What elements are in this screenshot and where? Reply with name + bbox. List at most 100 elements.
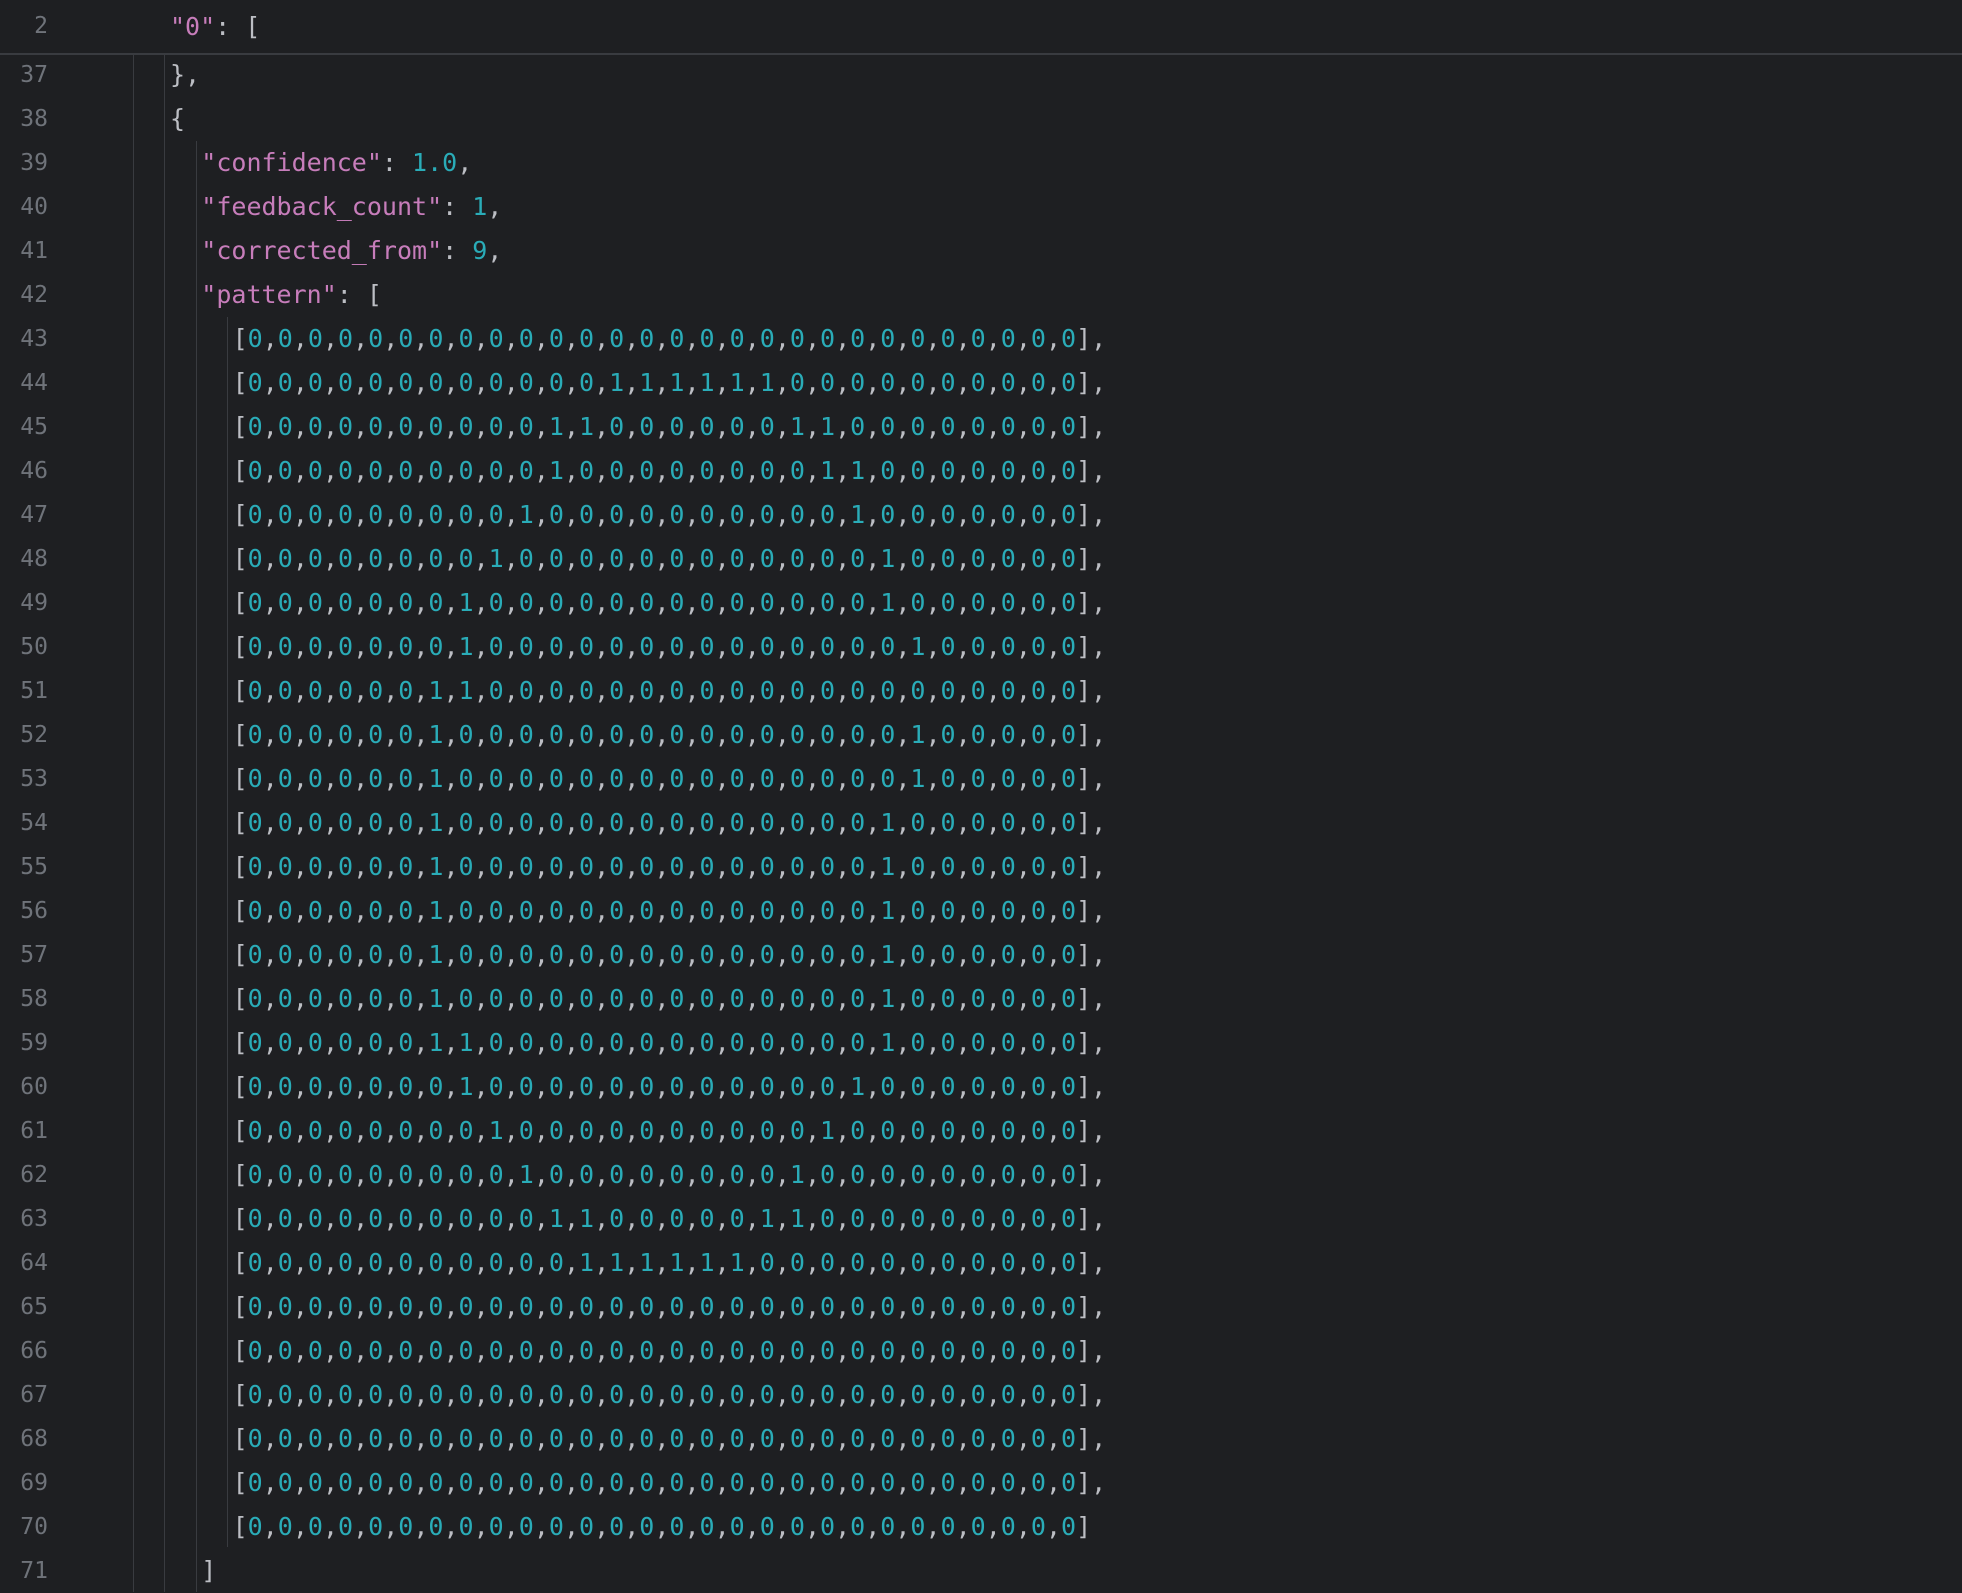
code-line[interactable]: 56 [0,0,0,0,0,0,1,0,0,0,0,0,0,0,0,0,0,0,0…: [0, 889, 1962, 933]
code-text: [0,0,0,0,0,0,1,0,0,0,0,0,0,0,0,0,0,0,0,0…: [232, 764, 1107, 793]
indent-guide: [133, 53, 134, 1592]
code-text: "feedback_count": 1,: [201, 192, 503, 221]
line-number: 63: [20, 1206, 48, 1232]
code-text: "pattern": [: [201, 280, 382, 309]
code-line[interactable]: 68 [0,0,0,0,0,0,0,0,0,0,0,0,0,0,0,0,0,0,0…: [0, 1417, 1962, 1461]
line-number: 47: [20, 502, 48, 528]
code-line[interactable]: 49 [0,0,0,0,0,0,0,1,0,0,0,0,0,0,0,0,0,0,0…: [0, 581, 1962, 625]
code-text: [0,0,0,0,0,0,0,0,0,0,0,1,1,1,1,1,1,0,0,0…: [232, 1248, 1107, 1277]
code-line[interactable]: 60 [0,0,0,0,0,0,0,1,0,0,0,0,0,0,0,0,0,0,0…: [0, 1065, 1962, 1109]
line-number: 61: [20, 1118, 48, 1144]
code-line[interactable]: 58 [0,0,0,0,0,0,1,0,0,0,0,0,0,0,0,0,0,0,0…: [0, 977, 1962, 1021]
indent-guide: [227, 317, 228, 1547]
line-number: 62: [20, 1162, 48, 1188]
code-text: [0,0,0,0,0,0,1,0,0,0,0,0,0,0,0,0,0,0,0,0…: [232, 940, 1107, 969]
code-text: [0,0,0,0,0,0,0,1,0,0,0,0,0,0,0,0,0,0,0,0…: [232, 1072, 1107, 1101]
code-line[interactable]: 39 "confidence": 1.0,: [0, 141, 1962, 185]
line-number: 68: [20, 1426, 48, 1452]
code-line[interactable]: 70 [0,0,0,0,0,0,0,0,0,0,0,0,0,0,0,0,0,0,0…: [0, 1505, 1962, 1549]
code-line[interactable]: 66 [0,0,0,0,0,0,0,0,0,0,0,0,0,0,0,0,0,0,0…: [0, 1329, 1962, 1373]
code-text: [0,0,0,0,0,0,1,0,0,0,0,0,0,0,0,0,0,0,0,0…: [232, 852, 1107, 881]
code-text: [0,0,0,0,0,0,0,0,0,0,1,1,0,0,0,0,0,1,1,0…: [232, 1204, 1107, 1233]
line-number: 55: [20, 854, 48, 880]
code-text: [0,0,0,0,0,0,0,0,0,0,0,0,0,0,0,0,0,0,0,0…: [232, 324, 1107, 353]
code-text: [0,0,0,0,0,0,1,1,0,0,0,0,0,0,0,0,0,0,0,0…: [232, 1028, 1107, 1057]
code-text: },: [170, 60, 201, 89]
code-text: [0,0,0,0,0,0,1,0,0,0,0,0,0,0,0,0,0,0,0,0…: [232, 720, 1107, 749]
code-line[interactable]: 48 [0,0,0,0,0,0,0,0,1,0,0,0,0,0,0,0,0,0,0…: [0, 537, 1962, 581]
code-text: [0,0,0,0,0,0,0,0,0,1,0,0,0,0,0,0,0,0,0,0…: [232, 500, 1107, 529]
code-line[interactable]: 37},: [0, 53, 1962, 97]
line-number: 71: [20, 1558, 48, 1584]
code-line[interactable]: 67 [0,0,0,0,0,0,0,0,0,0,0,0,0,0,0,0,0,0,0…: [0, 1373, 1962, 1417]
line-number: 49: [20, 590, 48, 616]
code-line[interactable]: 47 [0,0,0,0,0,0,0,0,0,1,0,0,0,0,0,0,0,0,0…: [0, 493, 1962, 537]
code-line[interactable]: 44 [0,0,0,0,0,0,0,0,0,0,0,0,1,1,1,1,1,1,0…: [0, 361, 1962, 405]
code-text: [0,0,0,0,0,0,0,0,1,0,0,0,0,0,0,0,0,0,0,1…: [232, 1116, 1107, 1145]
code-line[interactable]: 55 [0,0,0,0,0,0,1,0,0,0,0,0,0,0,0,0,0,0,0…: [0, 845, 1962, 889]
line-number: 43: [20, 326, 48, 352]
code-text: [0,0,0,0,0,0,0,0,0,0,0,0,1,1,1,1,1,1,0,0…: [232, 368, 1107, 397]
line-number: 58: [20, 986, 48, 1012]
line-number: 60: [20, 1074, 48, 1100]
code-text: [0,0,0,0,0,0,0,0,0,0,0,0,0,0,0,0,0,0,0,0…: [232, 1512, 1092, 1541]
code-text: [0,0,0,0,0,0,0,0,0,0,0,0,0,0,0,0,0,0,0,0…: [232, 1292, 1107, 1321]
code-line[interactable]: 40 "feedback_count": 1,: [0, 185, 1962, 229]
line-number: 69: [20, 1470, 48, 1496]
line-number: 59: [20, 1030, 48, 1056]
line-number: 53: [20, 766, 48, 792]
indent-guide: [164, 53, 165, 1592]
line-number: 70: [20, 1514, 48, 1540]
code-line[interactable]: 53 [0,0,0,0,0,0,1,0,0,0,0,0,0,0,0,0,0,0,0…: [0, 757, 1962, 801]
line-number: 67: [20, 1382, 48, 1408]
line-number: 54: [20, 810, 48, 836]
code-text: [0,0,0,0,0,0,0,1,0,0,0,0,0,0,0,0,0,0,0,0…: [232, 632, 1107, 661]
code-line[interactable]: 45 [0,0,0,0,0,0,0,0,0,0,1,1,0,0,0,0,0,0,1…: [0, 405, 1962, 449]
code-line[interactable]: 43 [0,0,0,0,0,0,0,0,0,0,0,0,0,0,0,0,0,0,0…: [0, 317, 1962, 361]
code-text: [0,0,0,0,0,0,0,0,0,0,1,0,0,0,0,0,0,0,0,1…: [232, 456, 1107, 485]
code-text: [0,0,0,0,0,0,0,1,0,0,0,0,0,0,0,0,0,0,0,0…: [232, 588, 1107, 617]
code-line[interactable]: 54 [0,0,0,0,0,0,1,0,0,0,0,0,0,0,0,0,0,0,0…: [0, 801, 1962, 845]
sticky-code-text: "0": [: [170, 12, 261, 41]
line-number: 37: [20, 62, 48, 88]
code-line[interactable]: 62 [0,0,0,0,0,0,0,0,0,1,0,0,0,0,0,0,0,0,1…: [0, 1153, 1962, 1197]
line-number: 45: [20, 414, 48, 440]
code-line[interactable]: 59 [0,0,0,0,0,0,1,1,0,0,0,0,0,0,0,0,0,0,0…: [0, 1021, 1962, 1065]
line-number: 44: [20, 370, 48, 396]
code-text: [0,0,0,0,0,0,1,1,0,0,0,0,0,0,0,0,0,0,0,0…: [232, 676, 1107, 705]
line-number: 66: [20, 1338, 48, 1364]
code-line[interactable]: 42 "pattern": [: [0, 273, 1962, 317]
code-line[interactable]: 61 [0,0,0,0,0,0,0,0,1,0,0,0,0,0,0,0,0,0,0…: [0, 1109, 1962, 1153]
line-number: 39: [20, 150, 48, 176]
code-line[interactable]: 65 [0,0,0,0,0,0,0,0,0,0,0,0,0,0,0,0,0,0,0…: [0, 1285, 1962, 1329]
sticky-scope-line[interactable]: 2 "0": [: [0, 0, 1962, 55]
code-line[interactable]: 57 [0,0,0,0,0,0,1,0,0,0,0,0,0,0,0,0,0,0,0…: [0, 933, 1962, 977]
code-text: [0,0,0,0,0,0,1,0,0,0,0,0,0,0,0,0,0,0,0,0…: [232, 808, 1107, 837]
code-line[interactable]: 51 [0,0,0,0,0,0,1,1,0,0,0,0,0,0,0,0,0,0,0…: [0, 669, 1962, 713]
code-text: [0,0,0,0,0,0,1,0,0,0,0,0,0,0,0,0,0,0,0,0…: [232, 896, 1107, 925]
line-number: 48: [20, 546, 48, 572]
code-text: [0,0,0,0,0,0,0,0,0,1,0,0,0,0,0,0,0,0,1,0…: [232, 1160, 1107, 1189]
line-number: 52: [20, 722, 48, 748]
code-text: ]: [201, 1556, 217, 1585]
code-text: [0,0,0,0,0,0,0,0,0,0,0,0,0,0,0,0,0,0,0,0…: [232, 1424, 1107, 1453]
line-number: 51: [20, 678, 48, 704]
line-number: 2: [34, 13, 48, 39]
line-number: 40: [20, 194, 48, 220]
line-number: 42: [20, 282, 48, 308]
code-line[interactable]: 64 [0,0,0,0,0,0,0,0,0,0,0,1,1,1,1,1,1,0,0…: [0, 1241, 1962, 1285]
code-text: "confidence": 1.0,: [201, 148, 473, 177]
code-line[interactable]: 71]: [0, 1549, 1962, 1593]
code-line[interactable]: 38 {: [0, 97, 1962, 141]
code-text: [0,0,0,0,0,0,0,0,0,0,0,0,0,0,0,0,0,0,0,0…: [232, 1468, 1107, 1497]
code-text: [0,0,0,0,0,0,0,0,1,0,0,0,0,0,0,0,0,0,0,0…: [232, 544, 1107, 573]
code-line[interactable]: 52 [0,0,0,0,0,0,1,0,0,0,0,0,0,0,0,0,0,0,0…: [0, 713, 1962, 757]
code-line[interactable]: 63 [0,0,0,0,0,0,0,0,0,0,1,1,0,0,0,0,0,1,1…: [0, 1197, 1962, 1241]
line-number: 56: [20, 898, 48, 924]
code-line[interactable]: 46 [0,0,0,0,0,0,0,0,0,0,1,0,0,0,0,0,0,0,0…: [0, 449, 1962, 493]
code-text: [0,0,0,0,0,0,0,0,0,0,0,0,0,0,0,0,0,0,0,0…: [232, 1336, 1107, 1365]
code-line[interactable]: 41 "corrected_from": 9,: [0, 229, 1962, 273]
code-line[interactable]: 69 [0,0,0,0,0,0,0,0,0,0,0,0,0,0,0,0,0,0,0…: [0, 1461, 1962, 1505]
line-number: 65: [20, 1294, 48, 1320]
code-line[interactable]: 50 [0,0,0,0,0,0,0,1,0,0,0,0,0,0,0,0,0,0,0…: [0, 625, 1962, 669]
